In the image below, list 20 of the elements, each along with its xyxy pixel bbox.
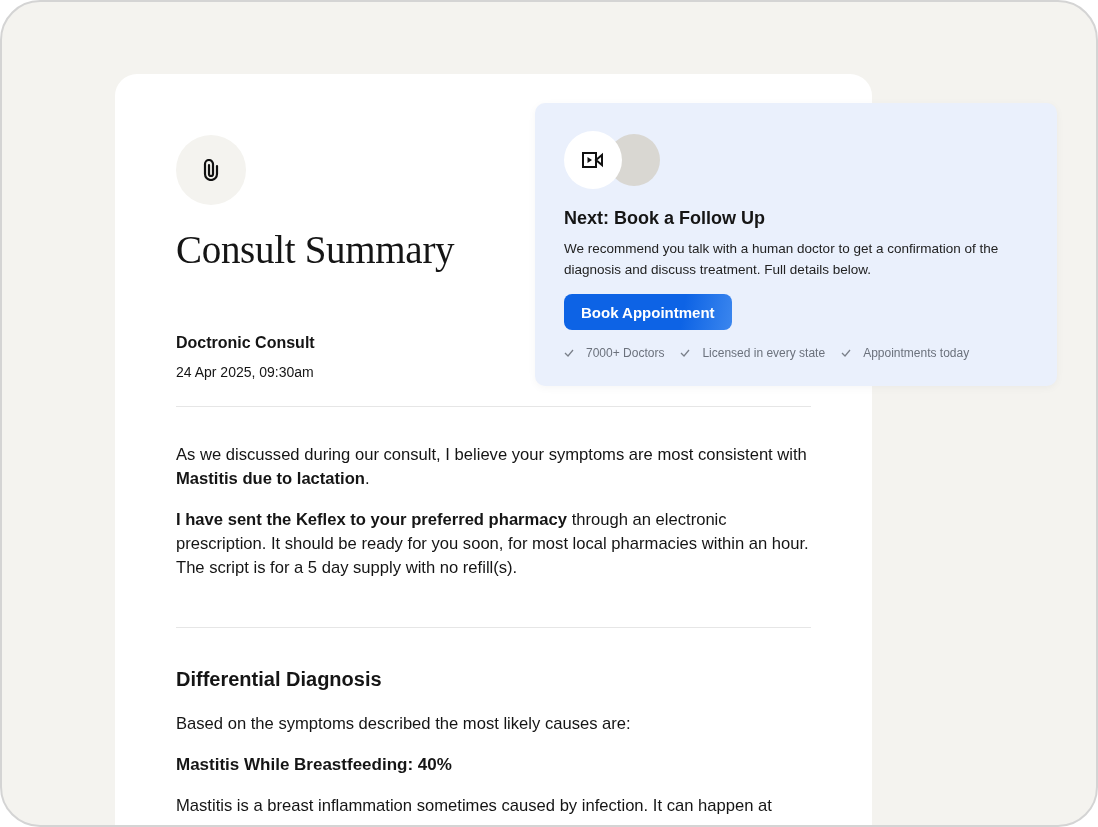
check-icon xyxy=(564,349,574,357)
check-icon xyxy=(841,349,852,357)
summary-paragraph: As we discussed during our consult, I believe your symptoms are most consistent with Mastitis due to lactation. xyxy=(176,444,808,490)
section-heading: Differential Diagnosis xyxy=(176,668,382,691)
consult-date: 24 Apr 2025, 09:30am xyxy=(176,364,315,380)
section-intro: Based on the symptoms described the most likely causes are: xyxy=(176,713,632,735)
check-icon xyxy=(680,349,691,357)
cause-description: Mastitis is a breast inflammation sometimes caused by infection. It can happen at xyxy=(176,795,773,817)
feature-label: Appointments today xyxy=(863,346,970,360)
feature-label: 7000+ Doctors xyxy=(586,346,665,360)
consult-source: Doctronic Consult xyxy=(176,334,315,352)
card-title: Next: Book a Follow Up xyxy=(564,208,766,229)
summary-paragraph: I have sent the Keflex to your preferred pharmacy through an electronic prescription. It should be ready for you soon, for most local pharmacies within an hour. The script is for a 5 day supply with no refill(s). xyxy=(176,509,810,579)
paperclip-icon xyxy=(201,159,221,181)
cause-title: Mastitis While Breastfeeding: 40% xyxy=(176,754,452,776)
feature-label: Licensed in every state xyxy=(702,346,826,360)
book-appointment-button[interactable]: Book Appointment xyxy=(564,294,732,330)
video-camera-icon xyxy=(582,152,604,168)
card-description: We recommend you talk with a human doctor to get a confirmation of the diagnosis and discuss treatment. Full details below. xyxy=(564,240,1000,279)
page-title: Consult Summary xyxy=(176,227,455,272)
